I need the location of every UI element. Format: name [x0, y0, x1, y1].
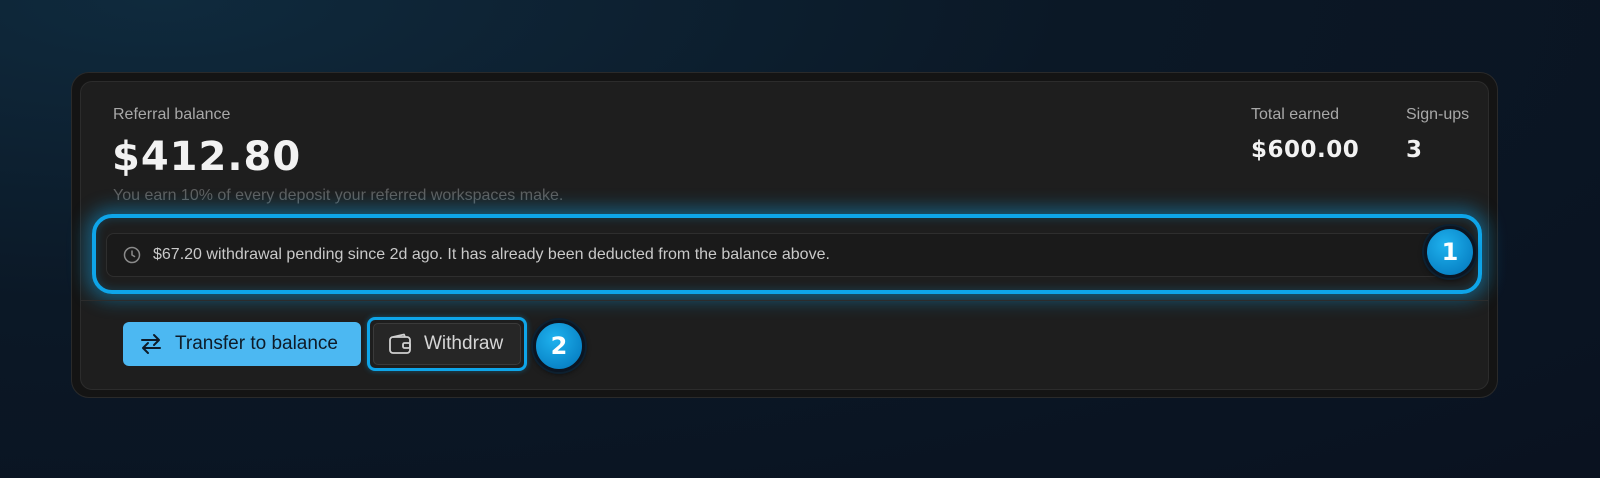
withdraw-button[interactable]: Withdraw [373, 323, 521, 365]
annotation-badge-2: 2 [533, 320, 585, 372]
signups-value: 3 [1406, 137, 1423, 163]
annotation-badge-1: 1 [1424, 226, 1476, 278]
notice-text: $67.20 withdrawal pending since 2d ago. … [153, 246, 830, 263]
transfer-to-balance-button[interactable]: Transfer to balance [123, 322, 361, 366]
withdraw-button-label: Withdraw [424, 333, 504, 354]
balance-label: Referral balance [113, 106, 231, 123]
transfer-button-label: Transfer to balance [175, 333, 338, 354]
clock-icon [123, 246, 141, 264]
total-earned-value: $600.00 [1251, 137, 1360, 163]
pending-withdrawal-notice: $67.20 withdrawal pending since 2d ago. … [106, 233, 1441, 277]
section-divider [81, 300, 1488, 301]
wallet-icon [389, 333, 411, 354]
referral-card: Referral balance $412.80 You earn 10% of… [71, 72, 1498, 398]
signups-label: Sign-ups [1406, 106, 1470, 123]
total-earned-label: Total earned [1251, 106, 1340, 123]
balance-amount: $412.80 [112, 134, 302, 180]
swap-arrows-icon [141, 334, 161, 354]
balance-subtitle: You earn 10% of every deposit your refer… [113, 187, 564, 204]
referral-panel: Referral balance $412.80 You earn 10% of… [80, 81, 1489, 390]
